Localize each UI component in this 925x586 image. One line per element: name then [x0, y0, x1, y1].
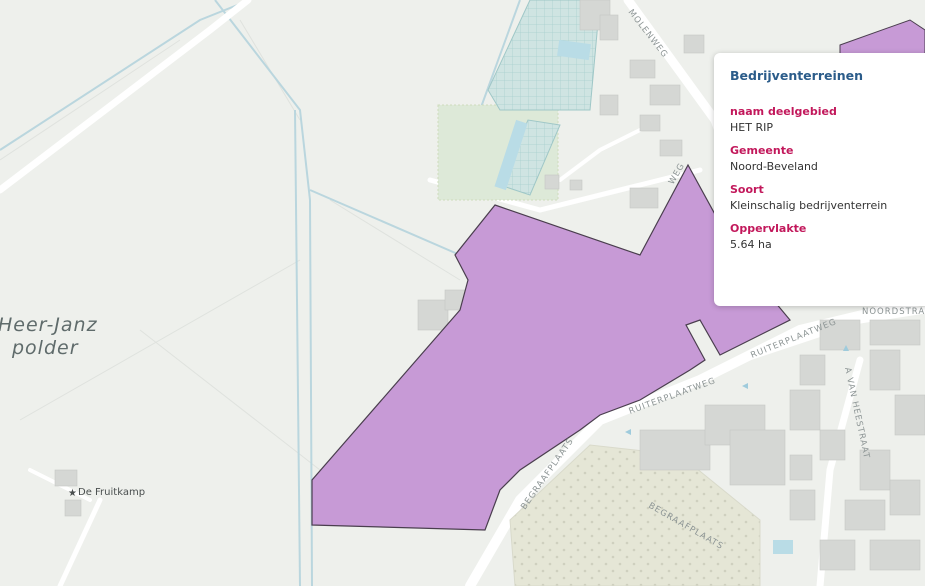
field-label: Soort	[730, 183, 764, 196]
field-label: Gemeente	[730, 144, 794, 157]
popup-field-gemeente: Gemeente Noord-Beveland	[730, 144, 918, 173]
popup-field-soort: Soort Kleinschalig bedrijventerrein	[730, 183, 918, 212]
place-label-polder-line1: Heer-Janz	[0, 314, 98, 336]
field-value: Noord-Beveland	[730, 160, 818, 173]
poi-star-icon: ★	[68, 488, 77, 499]
popup-title: Bedrijventerreinen	[730, 68, 864, 83]
poi-label-fruitkamp: De Fruitkamp	[78, 487, 145, 498]
field-value: 5.64 ha	[730, 238, 772, 251]
field-label: naam deelgebied	[730, 105, 837, 118]
field-value: HET RIP	[730, 121, 773, 134]
field-value: Kleinschalig bedrijventerrein	[730, 199, 888, 212]
field-label: Oppervlakte	[730, 222, 807, 235]
popup-field-naam: naam deelgebied HET RIP	[730, 105, 918, 134]
place-label-polder-line2: polder	[11, 337, 79, 359]
feature-info-popup[interactable]: Bedrijventerreinen naam deelgebied HET R…	[714, 53, 925, 306]
street-label-noordstraat: NOORDSTRA	[862, 307, 925, 317]
popup-field-oppervlakte: Oppervlakte 5.64 ha	[730, 222, 918, 251]
poi-fruitkamp[interactable]: ★ De Fruitkamp	[68, 487, 145, 499]
